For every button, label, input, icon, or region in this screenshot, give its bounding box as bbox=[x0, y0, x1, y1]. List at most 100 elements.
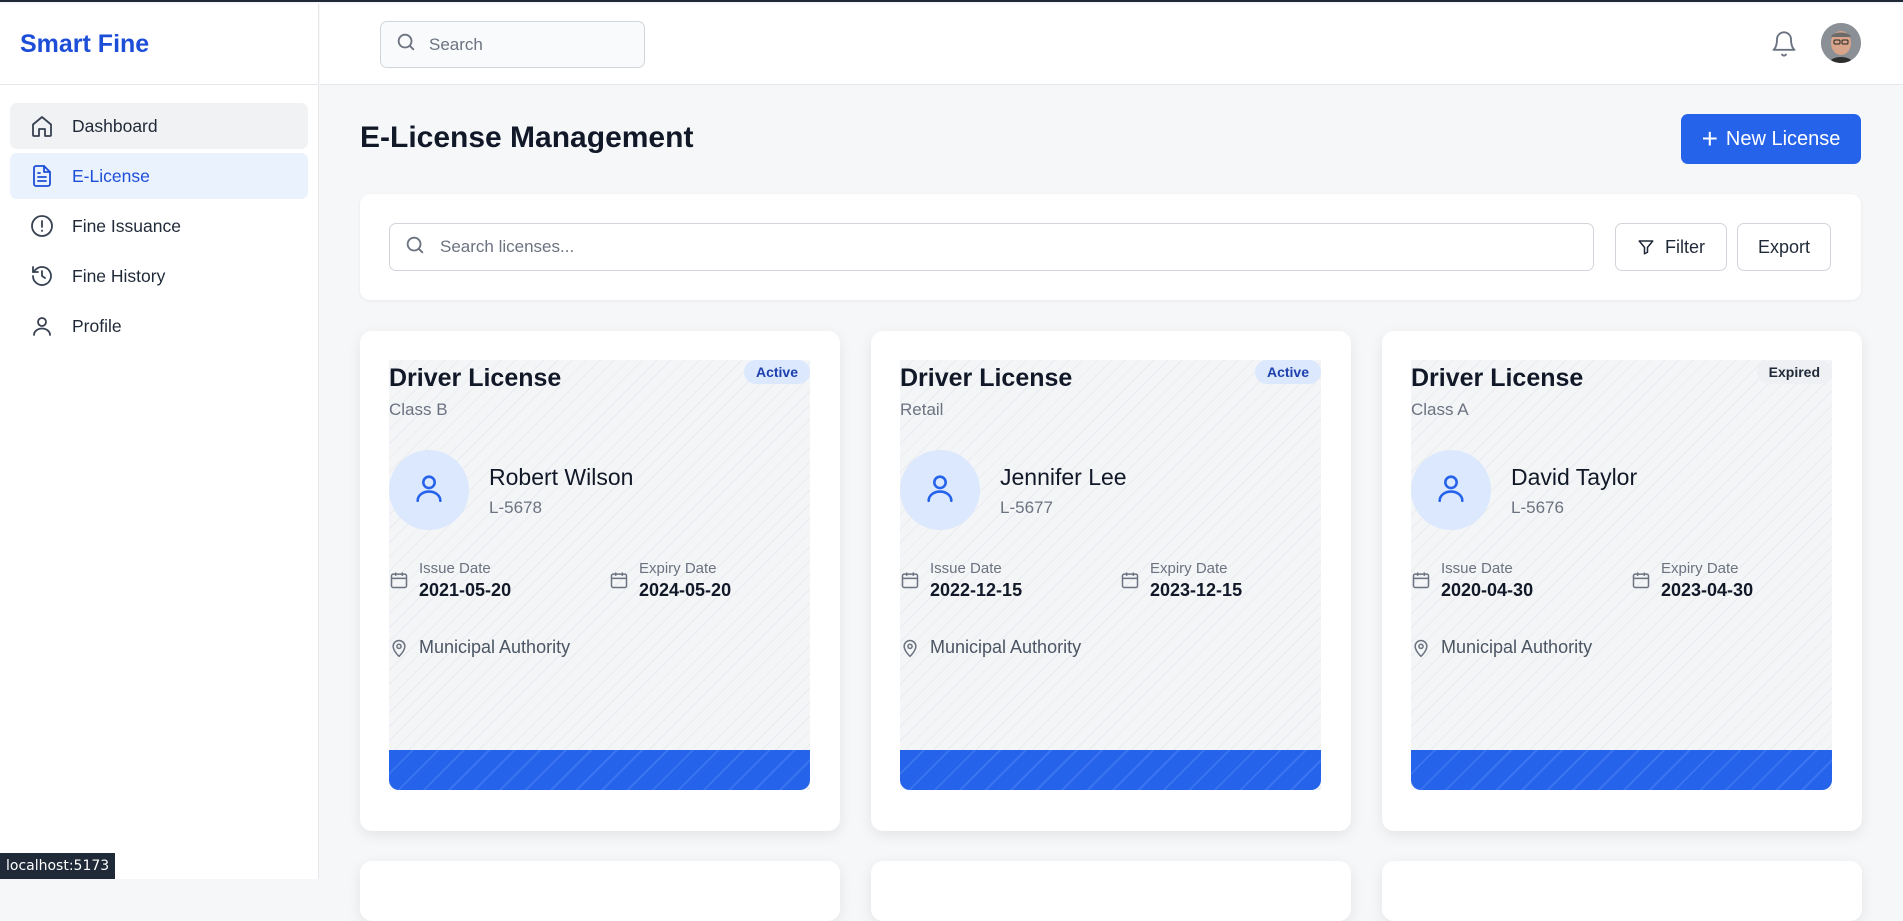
sidebar-nav: Dashboard E-License Fine Issuance Fine H… bbox=[0, 85, 318, 371]
bell-icon[interactable] bbox=[1770, 30, 1798, 58]
expiry-date-label: Expiry Date bbox=[639, 560, 717, 577]
url-status-tooltip: localhost:5173 bbox=[0, 853, 116, 879]
avatar[interactable] bbox=[1821, 23, 1861, 63]
calendar-icon bbox=[1120, 570, 1140, 590]
main-content: E-License Management + New License Filte… bbox=[320, 85, 1903, 921]
sidebar-item-fine-history[interactable]: Fine History bbox=[10, 253, 308, 299]
sidebar-item-e-license[interactable]: E-License bbox=[10, 153, 308, 199]
user-icon bbox=[30, 314, 54, 338]
sidebar-item-label: E-License bbox=[72, 165, 150, 186]
holder-name: Jennifer Lee bbox=[1000, 464, 1127, 490]
filter-button[interactable]: Filter bbox=[1615, 223, 1727, 271]
sidebar-item-label: Fine History bbox=[72, 265, 166, 286]
issue-date-value: 2020-04-30 bbox=[1441, 580, 1534, 600]
expiry-date: Expiry Date 2023-12-15 bbox=[1120, 560, 1242, 601]
license-card[interactable] bbox=[1382, 861, 1862, 921]
license-card-body: Driver License Retail Active Jennifer Le… bbox=[900, 360, 1321, 790]
holder-avatar bbox=[389, 450, 469, 530]
global-search[interactable] bbox=[380, 21, 645, 68]
sidebar-item-profile[interactable]: Profile bbox=[10, 303, 308, 349]
history-icon bbox=[30, 264, 54, 288]
page-title: E-License Management bbox=[360, 121, 694, 154]
license-id: L-5677 bbox=[1000, 498, 1053, 517]
license-class: Retail bbox=[900, 400, 944, 419]
license-class: Class B bbox=[389, 400, 448, 419]
issue-date: Issue Date 2022-12-15 bbox=[900, 560, 1022, 601]
expiry-date: Expiry Date 2023-04-30 bbox=[1631, 560, 1753, 601]
license-card[interactable] bbox=[360, 861, 840, 921]
sidebar-item-label: Dashboard bbox=[72, 115, 158, 136]
holder-avatar bbox=[900, 450, 980, 530]
filter-icon bbox=[1637, 238, 1655, 256]
topbar bbox=[320, 4, 1903, 85]
expiry-date: Expiry Date 2024-05-20 bbox=[609, 560, 731, 601]
status-badge: Expired bbox=[1756, 360, 1832, 384]
search-input[interactable] bbox=[429, 34, 629, 55]
calendar-icon bbox=[1411, 570, 1431, 590]
expiry-date-value: 2023-12-15 bbox=[1150, 580, 1243, 600]
new-license-label: New License bbox=[1725, 127, 1841, 150]
license-id: L-5678 bbox=[489, 498, 542, 517]
location-pin-icon bbox=[1411, 638, 1431, 658]
sidebar-item-dashboard[interactable]: Dashboard bbox=[10, 103, 308, 149]
export-button[interactable]: Export bbox=[1737, 223, 1831, 271]
license-id: L-5676 bbox=[1511, 498, 1564, 517]
export-label: Export bbox=[1757, 236, 1811, 257]
license-card-body: Driver License Class B Active Robert Wil… bbox=[389, 360, 810, 790]
alert-circle-icon bbox=[30, 214, 54, 238]
location-pin-icon bbox=[900, 638, 920, 658]
calendar-icon bbox=[1631, 570, 1651, 590]
filter-label: Filter bbox=[1665, 236, 1705, 257]
issue-date-value: 2022-12-15 bbox=[930, 580, 1023, 600]
license-search-input[interactable] bbox=[440, 237, 1540, 257]
sidebar-item-fine-issuance[interactable]: Fine Issuance bbox=[10, 203, 308, 249]
document-icon bbox=[30, 164, 54, 188]
issue-date-label: Issue Date bbox=[930, 560, 1002, 577]
authority-label: Municipal Authority bbox=[1441, 637, 1593, 657]
license-class: Class A bbox=[1411, 400, 1469, 419]
issuing-authority: Municipal Authority bbox=[389, 637, 570, 658]
expiry-date-label: Expiry Date bbox=[1661, 560, 1739, 577]
sidebar-item-label: Fine Issuance bbox=[72, 215, 181, 236]
authority-label: Municipal Authority bbox=[419, 637, 571, 657]
calendar-icon bbox=[900, 570, 920, 590]
holder-avatar bbox=[1411, 450, 1491, 530]
license-type: Driver License bbox=[1411, 364, 1584, 392]
license-card[interactable]: Driver License Class B Active Robert Wil… bbox=[360, 331, 840, 831]
home-icon bbox=[30, 114, 54, 138]
license-card[interactable]: Driver License Retail Active Jennifer Le… bbox=[871, 331, 1351, 831]
card-accent-bar bbox=[900, 750, 1321, 790]
expiry-date-value: 2024-05-20 bbox=[639, 580, 732, 600]
license-toolbar: Filter Export bbox=[360, 194, 1861, 300]
user-icon bbox=[1434, 471, 1468, 510]
issuing-authority: Municipal Authority bbox=[900, 637, 1081, 658]
card-accent-bar bbox=[1411, 750, 1832, 790]
search-icon bbox=[404, 234, 426, 261]
user-icon bbox=[923, 471, 957, 510]
issue-date-label: Issue Date bbox=[419, 560, 491, 577]
issue-date: Issue Date 2021-05-20 bbox=[389, 560, 511, 601]
sidebar: Smart Fine Dashboard E-License Fine Issu… bbox=[0, 4, 319, 879]
license-type: Driver License bbox=[389, 364, 562, 392]
license-search[interactable] bbox=[389, 223, 1594, 271]
issue-date-value: 2021-05-20 bbox=[419, 580, 512, 600]
issue-date: Issue Date 2020-04-30 bbox=[1411, 560, 1533, 601]
holder-name: David Taylor bbox=[1511, 464, 1638, 490]
brand-logo[interactable]: Smart Fine bbox=[0, 4, 318, 85]
license-card[interactable] bbox=[871, 861, 1351, 921]
app-window: Smart Fine Dashboard E-License Fine Issu… bbox=[0, 0, 1903, 921]
card-accent-bar bbox=[389, 750, 810, 790]
license-card[interactable]: Driver License Class A Expired David Tay… bbox=[1382, 331, 1862, 831]
status-badge: Active bbox=[1254, 360, 1321, 384]
new-license-button[interactable]: + New License bbox=[1681, 114, 1861, 164]
plus-icon: + bbox=[1701, 123, 1718, 154]
sidebar-item-label: Profile bbox=[72, 315, 122, 336]
location-pin-icon bbox=[389, 638, 409, 658]
search-icon bbox=[395, 31, 417, 58]
expiry-date-label: Expiry Date bbox=[1150, 560, 1228, 577]
issue-date-label: Issue Date bbox=[1441, 560, 1513, 577]
issuing-authority: Municipal Authority bbox=[1411, 637, 1592, 658]
authority-label: Municipal Authority bbox=[930, 637, 1082, 657]
calendar-icon bbox=[609, 570, 629, 590]
status-badge: Active bbox=[743, 360, 810, 384]
